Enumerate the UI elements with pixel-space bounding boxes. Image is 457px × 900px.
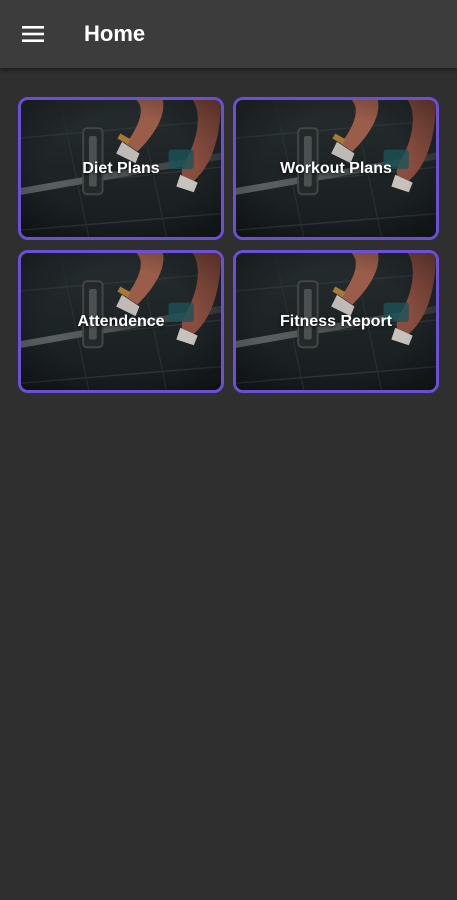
diet-plans-tile[interactable]: Diet Plans — [18, 97, 224, 240]
home-tile-grid: Diet Plans Workout Plans Attendence Fitn… — [18, 97, 439, 393]
tile-label: Attendence — [77, 312, 165, 330]
tile-label: Diet Plans — [82, 159, 160, 177]
menu-button[interactable] — [12, 14, 54, 54]
tile-label: Fitness Report — [279, 312, 392, 330]
app-bar: Home — [0, 0, 457, 68]
page-title: Home — [84, 21, 146, 46]
attendence-tile[interactable]: Attendence — [18, 250, 224, 393]
workout-plans-tile[interactable]: Workout Plans — [233, 97, 439, 240]
fitness-report-tile[interactable]: Fitness Report — [233, 250, 439, 393]
tile-label: Workout Plans — [280, 159, 392, 177]
hamburger-menu-icon — [22, 26, 44, 42]
